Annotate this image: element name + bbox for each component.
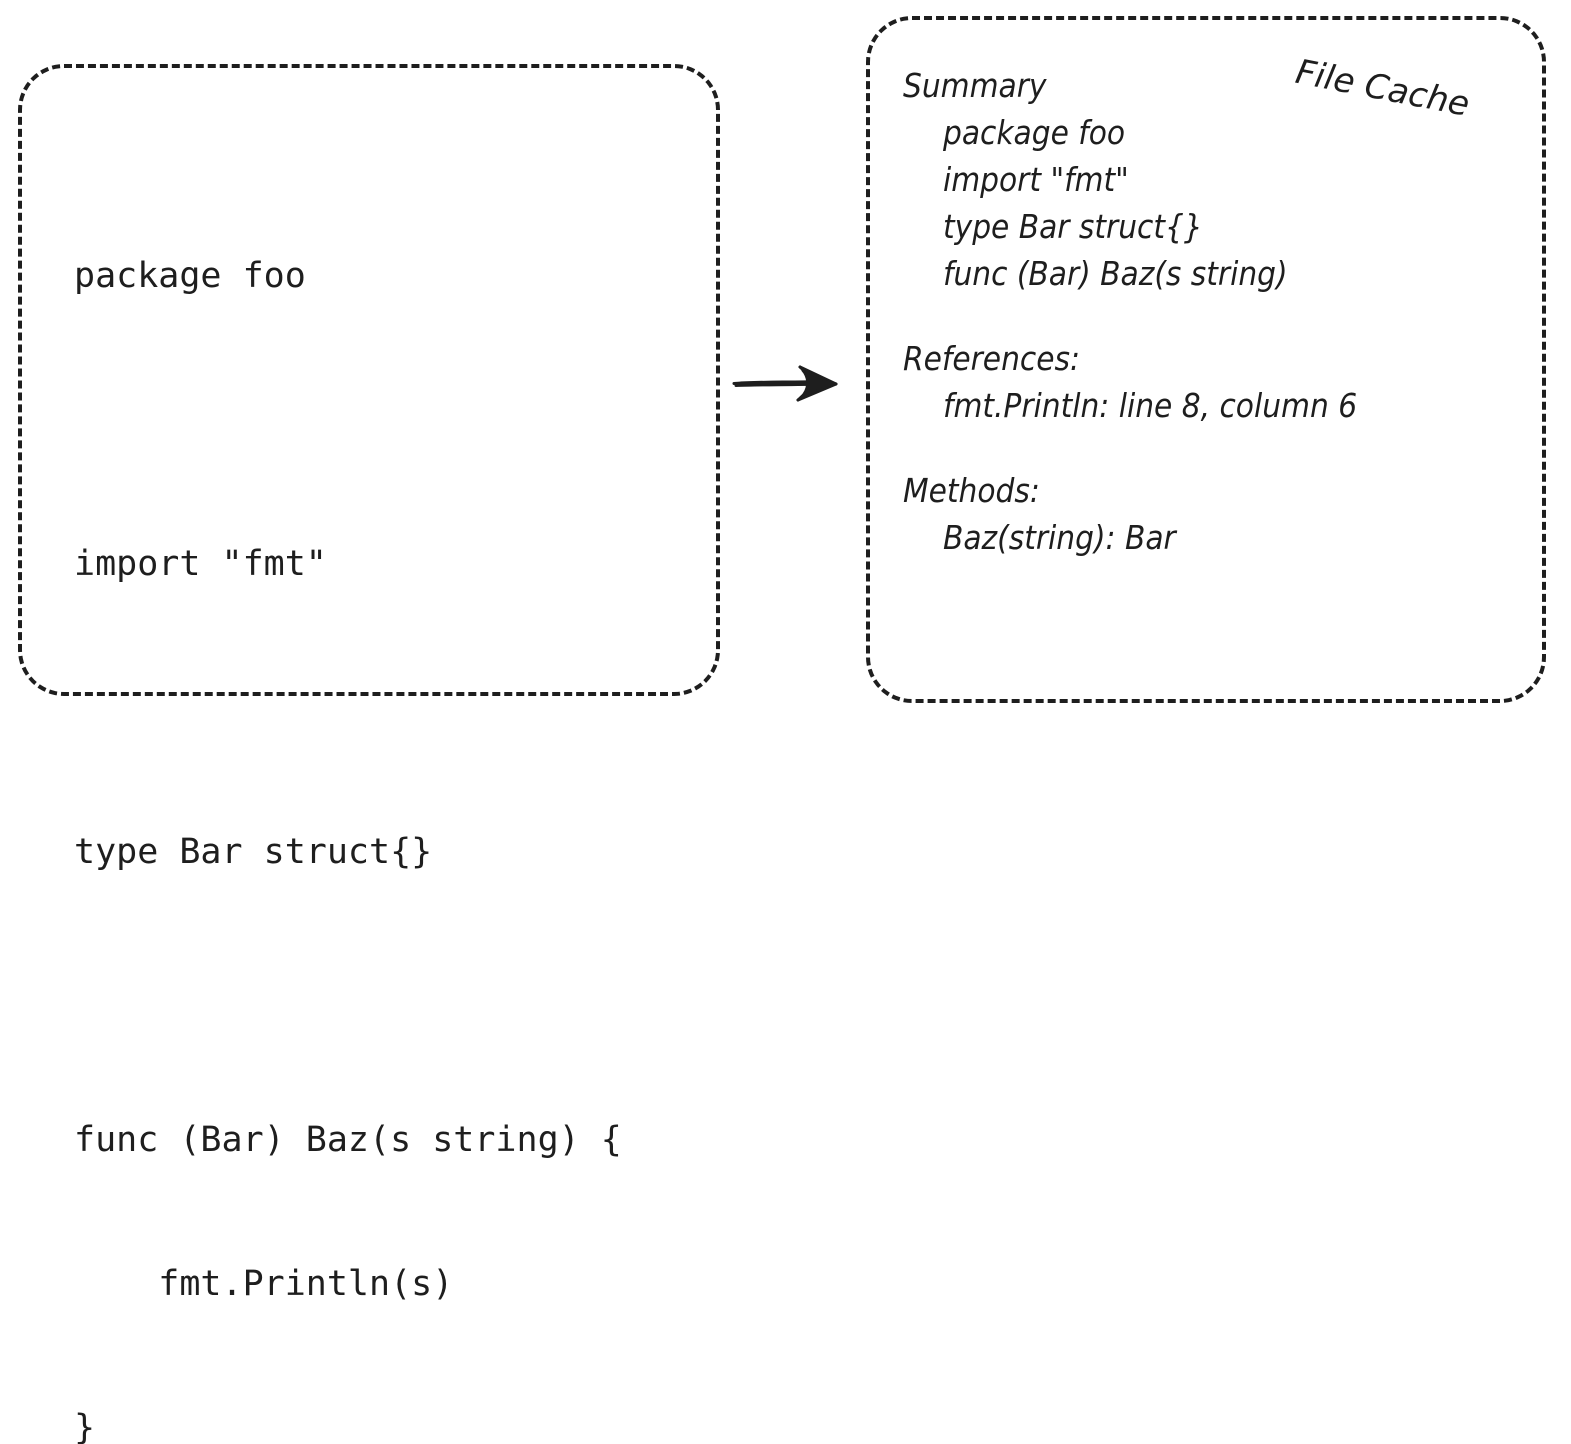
notes-item: Baz(string): Bar: [943, 518, 1176, 557]
diagram-canvas: package foo import "fmt" type Bar struct…: [0, 0, 1571, 1444]
code-line: type Bar struct{}: [74, 832, 433, 872]
code-line: import "fmt": [74, 544, 327, 584]
notes-item: func (Bar) Baz(s string): [943, 254, 1288, 293]
notes-heading-references: References:: [903, 339, 1080, 378]
code-line: }: [74, 1408, 96, 1444]
notes-item: package foo: [943, 113, 1126, 152]
notes-heading-summary: Summary: [903, 66, 1047, 105]
notes-item: fmt.Println: line 8, column 6: [943, 386, 1358, 425]
notes-item: import "fmt": [943, 160, 1129, 199]
code-line: package foo: [74, 256, 306, 296]
notes-spacer: [903, 429, 1503, 467]
go-source-listing: package foo import "fmt" type Bar struct…: [74, 156, 694, 1444]
notes-item: type Bar struct{}: [943, 207, 1203, 246]
code-line: func (Bar) Baz(s string) {: [74, 1120, 622, 1160]
notes-heading-methods: Methods:: [903, 471, 1040, 510]
file-cache-notes: Summary package foo import "fmt" type Ba…: [903, 62, 1503, 561]
arrow-right-icon: [732, 365, 838, 402]
code-line: fmt.Println(s): [74, 1264, 454, 1304]
notes-spacer: [903, 297, 1503, 335]
